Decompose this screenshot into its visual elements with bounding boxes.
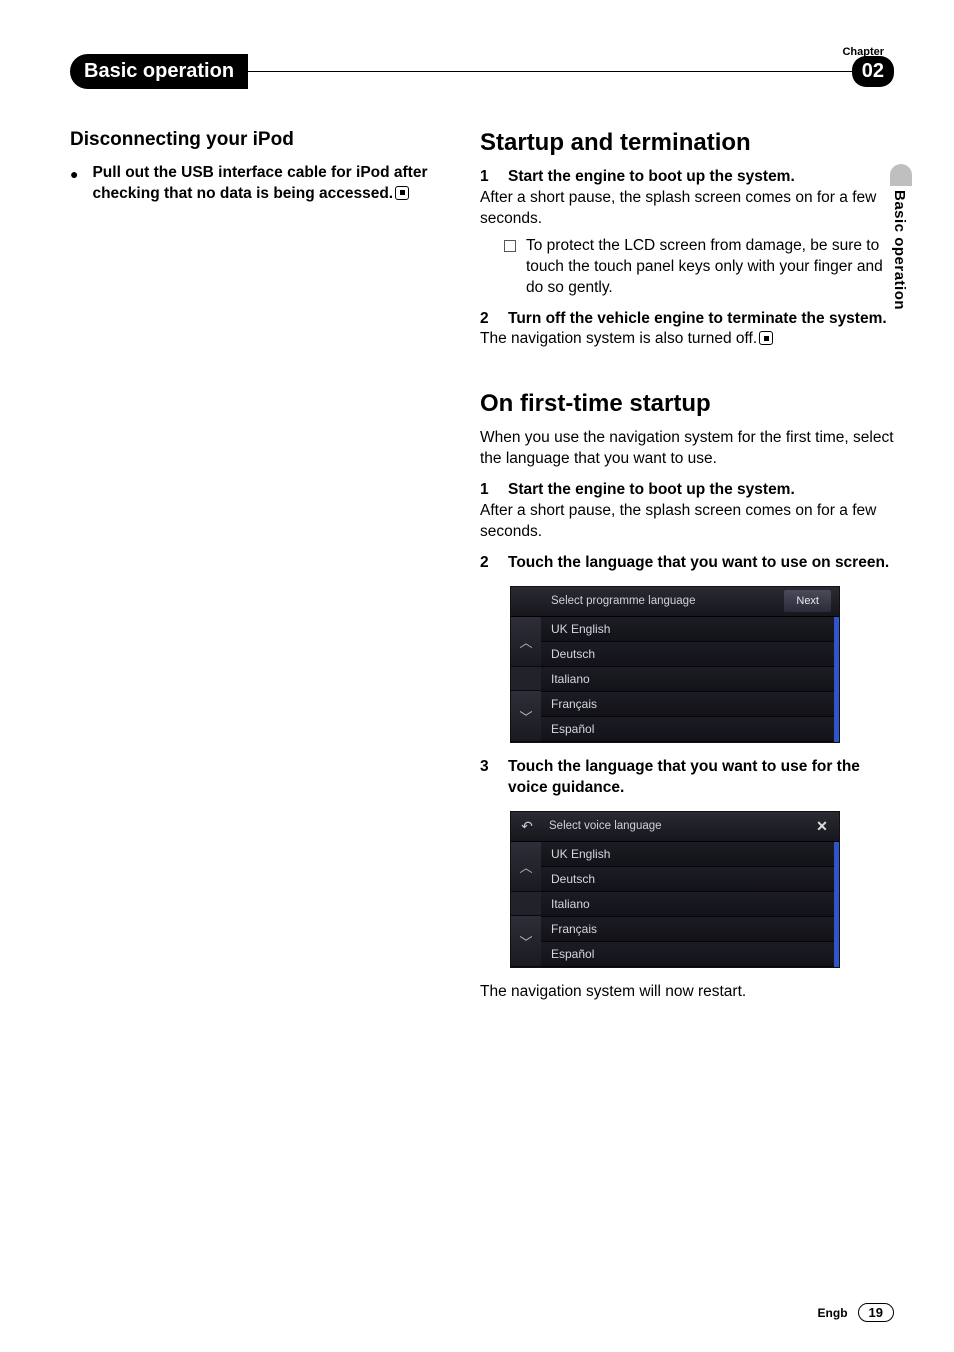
end-mark-icon bbox=[395, 186, 409, 200]
voice-language-screenshot: ↶ Select voice language ✕ ︿ ﹀ UK English… bbox=[510, 811, 840, 968]
list-item[interactable]: Deutsch bbox=[541, 642, 834, 667]
step-body: The navigation system is also turned off… bbox=[480, 329, 894, 350]
closing-text: The navigation system will now restart. bbox=[480, 982, 894, 1003]
scroll-column: ︿ ﹀ bbox=[511, 842, 541, 967]
step-body: After a short pause, the splash screen c… bbox=[480, 501, 894, 543]
language-list: UK English Deutsch Italiano Français Esp… bbox=[541, 617, 834, 742]
bullet-text: Pull out the USB interface cable for iPo… bbox=[92, 163, 450, 205]
screenshot-header: Select programme language Next bbox=[511, 587, 839, 617]
list-item[interactable]: Français bbox=[541, 692, 834, 717]
language-select-screenshot: Select programme language Next ︿ ﹀ UK En… bbox=[510, 586, 840, 743]
accent-bar bbox=[834, 842, 839, 967]
step-bold-text: Touch the language that you want to use … bbox=[508, 757, 894, 799]
first-time-startup-heading: On first-time startup bbox=[480, 390, 894, 418]
list-item[interactable]: Deutsch bbox=[541, 867, 834, 892]
step-body-text: The navigation system is also turned off… bbox=[480, 330, 757, 347]
step-1: 1 Start the engine to boot up the system… bbox=[480, 167, 894, 188]
bullet-item: ● Pull out the USB interface cable for i… bbox=[70, 163, 450, 209]
disconnect-ipod-heading: Disconnecting your iPod bbox=[70, 129, 450, 151]
step-number: 1 bbox=[480, 167, 492, 188]
screenshot-header: ↶ Select voice language ✕ bbox=[511, 812, 839, 842]
note-icon bbox=[504, 240, 516, 252]
intro-text: When you use the navigation system for t… bbox=[480, 428, 894, 470]
scroll-down-button[interactable]: ﹀ bbox=[511, 691, 541, 742]
list-item[interactable]: Italiano bbox=[541, 892, 834, 917]
close-button[interactable]: ✕ bbox=[805, 818, 839, 835]
page-header: Chapter Basic operation 02 bbox=[70, 54, 894, 89]
section-title-tab: Basic operation bbox=[70, 54, 248, 89]
step-number: 3 bbox=[480, 757, 492, 799]
page-footer: Engb 19 bbox=[818, 1303, 894, 1322]
bullet-text-content: Pull out the USB interface cable for iPo… bbox=[92, 164, 427, 202]
step-body: After a short pause, the splash screen c… bbox=[480, 188, 894, 230]
step-bold-text: Start the engine to boot up the system. bbox=[508, 168, 795, 185]
step-number: 1 bbox=[480, 480, 492, 501]
side-tab-cap bbox=[890, 164, 912, 186]
step-bold-text: Turn off the vehicle engine to terminate… bbox=[508, 309, 894, 330]
right-column: Startup and termination 1 Start the engi… bbox=[480, 129, 894, 1007]
list-item[interactable]: Italiano bbox=[541, 667, 834, 692]
screenshot-body: ︿ ﹀ UK English Deutsch Italiano Français… bbox=[511, 617, 839, 742]
chapter-number-badge: 02 bbox=[852, 56, 894, 87]
step-2b: 2 Touch the language that you want to us… bbox=[480, 553, 894, 574]
screenshot-body: ︿ ﹀ UK English Deutsch Italiano Français… bbox=[511, 842, 839, 967]
screenshot-title: Select programme language bbox=[511, 595, 784, 607]
scroll-column: ︿ ﹀ bbox=[511, 617, 541, 742]
footer-lang: Engb bbox=[818, 1306, 848, 1320]
back-button[interactable]: ↶ bbox=[511, 818, 543, 835]
language-list: UK English Deutsch Italiano Français Esp… bbox=[541, 842, 834, 967]
scroll-up-button[interactable]: ︿ bbox=[511, 617, 541, 668]
left-column: Disconnecting your iPod ● Pull out the U… bbox=[70, 129, 450, 1007]
content-columns: Disconnecting your iPod ● Pull out the U… bbox=[70, 129, 894, 1007]
startup-termination-heading: Startup and termination bbox=[480, 129, 894, 157]
list-item[interactable]: Français bbox=[541, 917, 834, 942]
list-item[interactable]: Español bbox=[541, 942, 834, 967]
bullet-icon: ● bbox=[70, 163, 78, 209]
next-button[interactable]: Next bbox=[784, 590, 831, 612]
step-bold-text: Start the engine to boot up the system. bbox=[508, 480, 894, 501]
note-text: To protect the LCD screen from damage, b… bbox=[526, 236, 894, 299]
step-3b: 3 Touch the language that you want to us… bbox=[480, 757, 894, 799]
end-mark-icon bbox=[759, 331, 773, 345]
step-bold-text: Touch the language that you want to use … bbox=[508, 553, 894, 574]
screenshot-title: Select voice language bbox=[543, 820, 805, 832]
scroll-track bbox=[511, 892, 541, 916]
header-bar: Basic operation 02 bbox=[70, 54, 894, 89]
side-tab-label: Basic operation bbox=[891, 190, 908, 310]
page-number: 19 bbox=[858, 1303, 894, 1322]
step-content: Start the engine to boot up the system. bbox=[508, 167, 894, 188]
step-2: 2 Turn off the vehicle engine to termina… bbox=[480, 309, 894, 330]
list-item[interactable]: Español bbox=[541, 717, 834, 742]
scroll-down-button[interactable]: ﹀ bbox=[511, 916, 541, 967]
step-number: 2 bbox=[480, 309, 492, 330]
step-number: 2 bbox=[480, 553, 492, 574]
accent-bar bbox=[834, 617, 839, 742]
list-item[interactable]: UK English bbox=[541, 842, 834, 867]
scroll-track bbox=[511, 667, 541, 691]
header-rule bbox=[248, 71, 852, 73]
chapter-label: Chapter bbox=[842, 46, 884, 58]
scroll-up-button[interactable]: ︿ bbox=[511, 842, 541, 893]
step-1b: 1 Start the engine to boot up the system… bbox=[480, 480, 894, 501]
list-item[interactable]: UK English bbox=[541, 617, 834, 642]
note-row: To protect the LCD screen from damage, b… bbox=[504, 236, 894, 299]
